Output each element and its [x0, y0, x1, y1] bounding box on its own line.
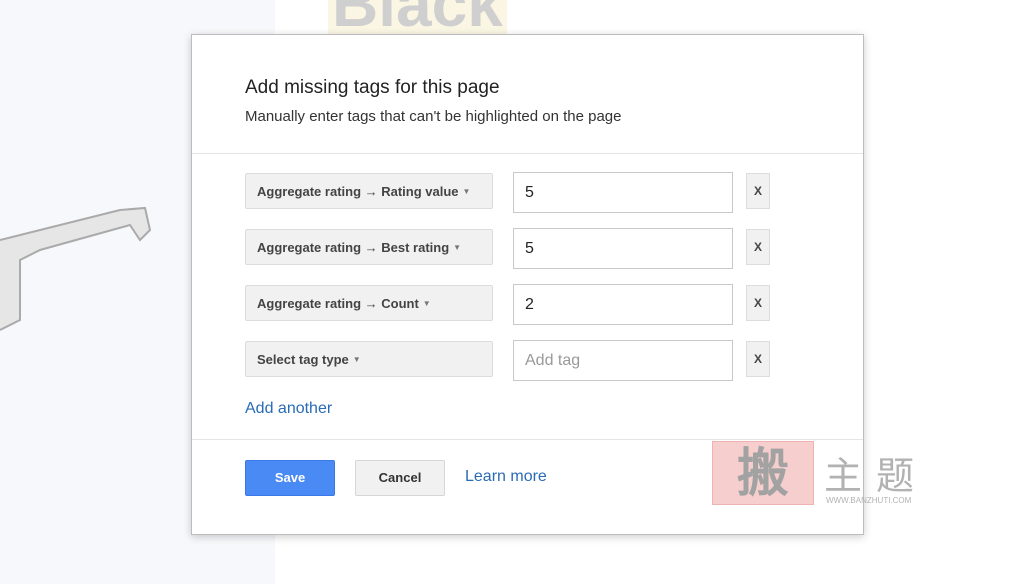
- tag-type-dropdown[interactable]: Select tag type ▼: [245, 341, 493, 377]
- tag-value-input[interactable]: [513, 172, 733, 213]
- background-heading: Black: [328, 0, 507, 36]
- tag-type-label: Aggregate rating → Rating value: [257, 184, 459, 199]
- dialog-title: Add missing tags for this page: [245, 77, 500, 98]
- learn-more-link[interactable]: Learn more: [465, 468, 547, 486]
- tag-type-label: Select tag type: [257, 352, 349, 367]
- remove-row-button[interactable]: X: [746, 229, 770, 265]
- watermark-text: 主题: [824, 456, 929, 498]
- caret-down-icon: ▼: [352, 355, 361, 364]
- tag-type-dropdown[interactable]: Aggregate rating → Rating value ▼: [245, 173, 493, 209]
- tag-value-input[interactable]: [513, 228, 733, 269]
- tag-type-dropdown[interactable]: Aggregate rating → Count ▼: [245, 285, 493, 321]
- tag-type-label: Aggregate rating → Best rating: [257, 240, 450, 255]
- sunglasses-illustration: [0, 206, 152, 331]
- remove-row-button[interactable]: X: [746, 173, 770, 209]
- watermark-url: WWW.BANZHUTI.COM: [826, 496, 912, 505]
- add-another-link[interactable]: Add another: [245, 400, 332, 418]
- caret-down-icon: ▼: [453, 243, 462, 252]
- dialog-subtitle: Manually enter tags that can't be highli…: [245, 108, 622, 125]
- cancel-button[interactable]: Cancel: [355, 460, 445, 496]
- tag-type-dropdown[interactable]: Aggregate rating → Best rating ▼: [245, 229, 493, 265]
- tag-value-input[interactable]: [513, 340, 733, 381]
- tag-type-label: Aggregate rating → Count: [257, 296, 419, 311]
- watermark-seal: 搬: [712, 441, 814, 505]
- caret-down-icon: ▼: [462, 187, 471, 196]
- tag-value-input[interactable]: [513, 284, 733, 325]
- remove-row-button[interactable]: X: [746, 285, 770, 321]
- save-button[interactable]: Save: [245, 460, 335, 496]
- dialog-header: Add missing tags for this page Manually …: [192, 35, 863, 154]
- caret-down-icon: ▼: [422, 299, 431, 308]
- remove-row-button[interactable]: X: [746, 341, 770, 377]
- footer-divider: [192, 439, 863, 440]
